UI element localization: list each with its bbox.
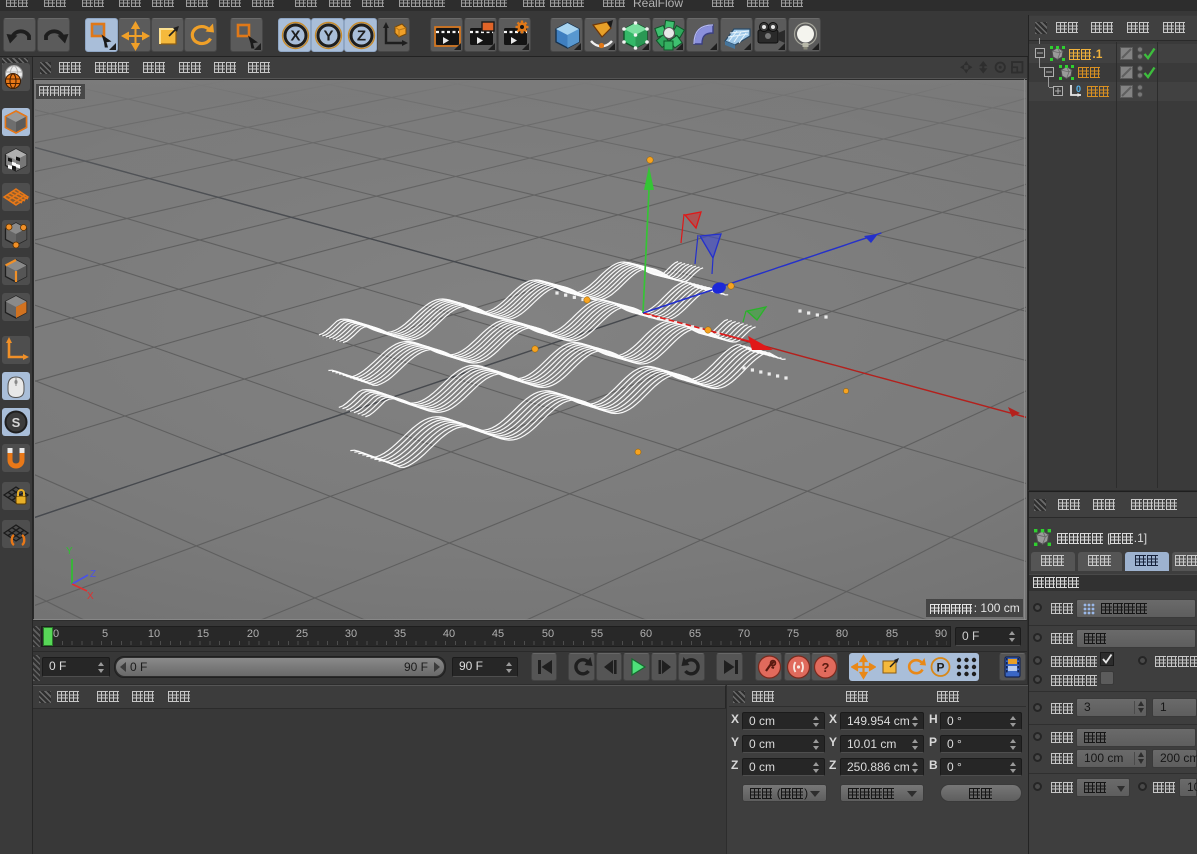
svg-text:S: S xyxy=(12,415,21,430)
svg-text:X: X xyxy=(87,591,94,602)
svg-text:Z: Z xyxy=(357,28,366,45)
svg-text:Y: Y xyxy=(66,546,73,557)
svg-text:?: ? xyxy=(822,660,830,675)
svg-text:0: 0 xyxy=(1076,84,1081,94)
svg-text:X: X xyxy=(290,28,300,45)
svg-text:Z: Z xyxy=(90,569,96,580)
svg-text:Y: Y xyxy=(323,28,333,45)
svg-text:P: P xyxy=(937,661,945,675)
